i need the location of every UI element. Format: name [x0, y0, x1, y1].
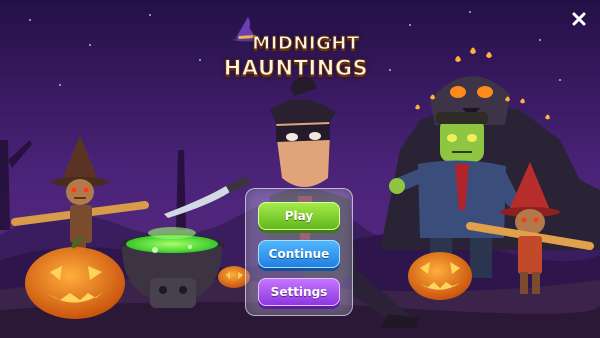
game-title-line1: MIDNIGHT	[252, 33, 360, 54]
play-button[interactable]: Play	[258, 202, 340, 230]
game-screen: MIDNIGHT HAUNTINGS Play Continue Setting…	[0, 0, 600, 338]
settings-button[interactable]: Settings	[258, 278, 340, 306]
game-title-line2: HAUNTINGS	[223, 56, 369, 80]
close-icon	[572, 12, 586, 26]
continue-button[interactable]: Continue	[258, 240, 340, 268]
game-logo: MIDNIGHT HAUNTINGS	[216, 14, 376, 84]
main-menu-panel: Play Continue Settings	[245, 188, 353, 316]
close-button[interactable]	[566, 6, 592, 32]
